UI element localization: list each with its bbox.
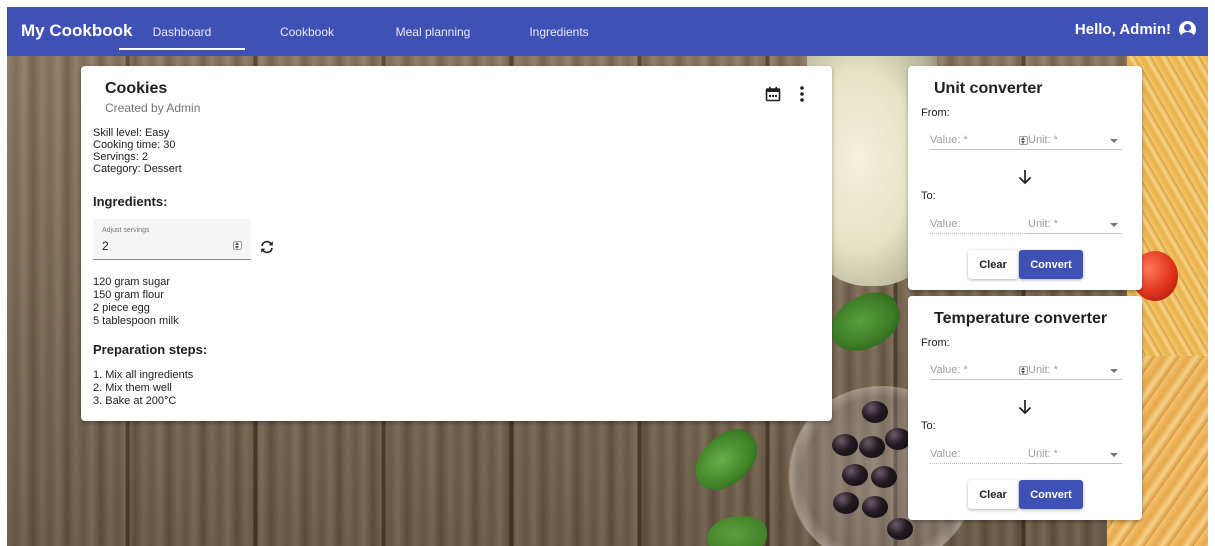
arrow-down-icon	[1018, 170, 1032, 185]
recipe-title: Cookies	[105, 80, 168, 97]
chevron-down-icon	[1110, 369, 1118, 373]
tab-label: Meal planning	[395, 24, 471, 39]
arrow-down-icon	[1018, 400, 1032, 415]
from-value-input[interactable]: Value: *	[930, 362, 1028, 380]
list-item: 150 gram flour	[93, 289, 164, 301]
unit-converter-title: Unit converter	[934, 80, 1043, 97]
to-label: To:	[921, 190, 936, 202]
chevron-down-icon	[1110, 139, 1118, 143]
from-value-input[interactable]: Value: *	[930, 132, 1028, 150]
steps-list: 1. Mix all ingredients 2. Mix them well …	[93, 369, 193, 408]
skill-level: Skill level: Easy	[93, 127, 170, 139]
convert-button[interactable]: Convert	[1019, 250, 1083, 279]
top-toolbar: My Cookbook Dashboard Cookbook Meal plan…	[7, 7, 1208, 56]
chevron-down-icon	[1110, 453, 1118, 457]
list-item: 120 gram sugar	[93, 276, 171, 288]
temperature-converter-card: Temperature converter From: Value: * Uni…	[908, 296, 1142, 520]
list-item: 2. Mix them well	[93, 382, 172, 394]
to-unit-select[interactable]: Unit: *	[1026, 446, 1122, 464]
temperature-converter-title: Temperature converter	[934, 310, 1108, 327]
account-circle-icon	[1179, 21, 1196, 38]
number-spinner-icon[interactable]	[233, 241, 242, 250]
to-unit-placeholder: Unit: *	[1028, 448, 1058, 460]
cooking-time: Cooking time: 30	[93, 139, 176, 151]
olive	[862, 401, 888, 423]
tab-label: Dashboard	[152, 24, 212, 39]
tab-meal-planning[interactable]: Meal planning	[370, 7, 496, 56]
app-frame: My Cookbook Dashboard Cookbook Meal plan…	[7, 7, 1208, 546]
recipe-author: Created by Admin	[105, 101, 201, 115]
more-vert-icon[interactable]	[794, 85, 810, 103]
tab-label: Cookbook	[279, 24, 335, 39]
to-unit-select[interactable]: Unit: *	[1026, 216, 1122, 234]
recipe-card: Cookies Created by Admin Skill level: Ea…	[81, 66, 832, 421]
from-value-placeholder: Value: *	[930, 364, 968, 376]
list-item: 5 tablespoon milk	[93, 315, 179, 327]
convert-button[interactable]: Convert	[1019, 480, 1083, 509]
preparation-heading: Preparation steps:	[93, 342, 208, 357]
to-value-placeholder: Value:	[930, 448, 961, 460]
olive	[833, 492, 859, 514]
tab-label: Ingredients	[529, 24, 589, 39]
list-item: 1. Mix all ingredients	[93, 369, 194, 381]
servings: Servings: 2	[93, 151, 149, 163]
olive	[832, 434, 858, 456]
tab-cookbook[interactable]: Cookbook	[244, 7, 370, 56]
list-item: 2 piece egg	[93, 302, 150, 314]
to-unit-placeholder: Unit: *	[1028, 218, 1058, 230]
list-item: 3. Bake at 200°C	[93, 395, 177, 407]
to-value-placeholder: Value:	[930, 218, 961, 230]
olive	[862, 496, 888, 518]
tab-ingredients[interactable]: Ingredients	[496, 7, 622, 56]
unit-converter-card: Unit converter From: Value: * Unit: * To…	[908, 66, 1142, 290]
from-value-placeholder: Value: *	[930, 134, 968, 146]
refresh-icon[interactable]	[259, 239, 275, 255]
to-label: To:	[921, 420, 936, 432]
ingredient-list: 120 gram sugar 150 gram flour 2 piece eg…	[93, 276, 179, 328]
clear-button[interactable]: Clear	[968, 250, 1018, 279]
olive	[887, 518, 913, 540]
calendar-icon[interactable]	[765, 86, 781, 102]
adjust-servings-label: Adjust servings	[102, 227, 150, 234]
to-value-input: Value:	[930, 216, 1025, 234]
chevron-down-icon	[1110, 223, 1118, 227]
adjust-servings-value: 2	[102, 239, 109, 253]
adjust-servings-input[interactable]: Adjust servings 2	[93, 219, 251, 260]
recipe-details: Skill level: Easy Cooking time: 30 Servi…	[93, 127, 182, 175]
user-menu[interactable]: Hello, Admin!	[1075, 21, 1196, 38]
tab-dashboard[interactable]: Dashboard	[119, 7, 245, 56]
from-unit-placeholder: Unit: *	[1028, 134, 1058, 146]
from-label: From:	[921, 107, 950, 119]
to-value-input: Value:	[930, 446, 1025, 464]
olive	[842, 464, 868, 486]
from-label: From:	[921, 337, 950, 349]
from-unit-select[interactable]: Unit: *	[1026, 362, 1122, 380]
olive	[859, 436, 885, 458]
from-unit-select[interactable]: Unit: *	[1026, 132, 1122, 150]
from-unit-placeholder: Unit: *	[1028, 364, 1058, 376]
olive	[871, 466, 897, 488]
greeting-text: Hello, Admin!	[1074, 21, 1171, 38]
app-brand[interactable]: My Cookbook	[21, 21, 132, 41]
ingredients-heading: Ingredients:	[93, 194, 168, 209]
clear-button[interactable]: Clear	[968, 480, 1018, 509]
category: Category: Dessert	[93, 163, 182, 175]
